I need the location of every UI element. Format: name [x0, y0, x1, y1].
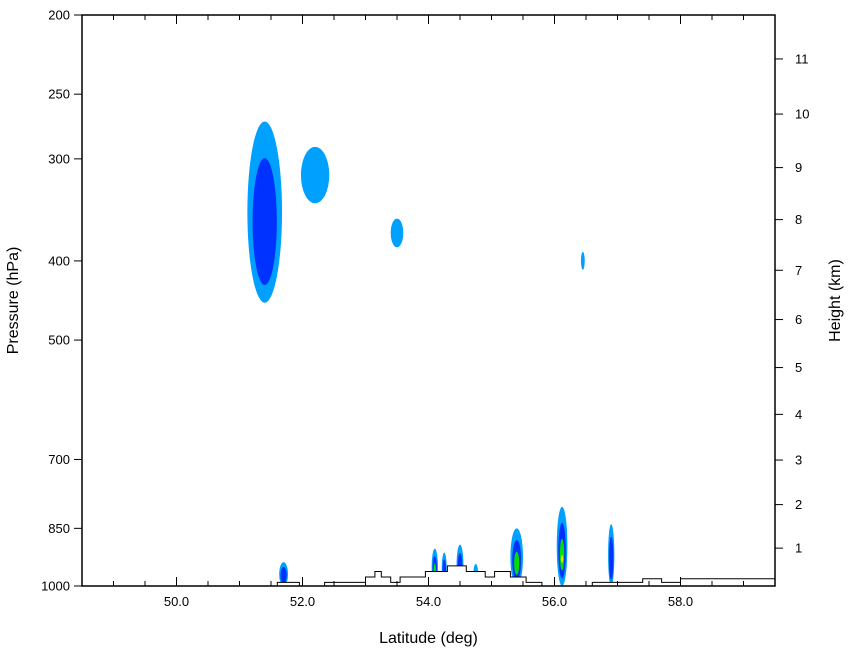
y-tick-label: 1000	[41, 579, 70, 594]
x-tick-label: 50.0	[164, 594, 189, 609]
x-tick-label: 52.0	[290, 594, 315, 609]
y2-tick-label: 7	[795, 263, 802, 278]
x-tick-label: 56.0	[542, 594, 567, 609]
contour-cell-10-level-3	[560, 554, 564, 563]
y2-tick-label: 2	[795, 497, 802, 512]
y-tick-label: 250	[48, 87, 70, 102]
contour-cell-11-level-1	[608, 536, 614, 580]
plot-frame	[81, 14, 776, 587]
x-axis-title: Latitude (deg)	[379, 630, 478, 647]
contour-cell-3-level-0	[580, 251, 585, 270]
y-tick-label: 300	[48, 151, 70, 166]
y2-axis-title: Height (km)	[827, 259, 844, 342]
y-tick-label: 200	[48, 8, 70, 23]
contour-cell-0-level-1	[252, 158, 277, 286]
contour-cell-1-level-0	[300, 146, 330, 204]
chart: 50.0 52.0 54.0 56.0 58.0 200 250 300 400 500 700 8…	[5, 8, 844, 648]
y-tick-label: 700	[48, 452, 70, 467]
contour-cell-10-level-2	[559, 538, 565, 571]
y-axis: 200 250 300 400 500 700 850 1000	[41, 8, 82, 594]
contour-cell-2-level-0	[390, 218, 404, 248]
y-tick-label: 500	[48, 333, 70, 348]
y2-axis: 1 2 3 4 5 6 7 8 9 10 11	[775, 51, 809, 556]
x-tick-label: 54.0	[416, 594, 441, 609]
y2-tick-label: 5	[795, 360, 802, 375]
y2-tick-label: 11	[795, 51, 809, 66]
x-axis: 50.0 52.0 54.0 56.0 58.0	[81, 15, 776, 609]
x-tick-label: 58.0	[668, 594, 693, 609]
contour-cell-4-level-1	[280, 566, 287, 584]
y2-tick-label: 6	[795, 312, 802, 327]
y2-tick-label: 9	[795, 160, 802, 175]
contour-fills	[247, 121, 615, 587]
y2-tick-label: 4	[795, 407, 802, 422]
y-axis-title: Pressure (hPa)	[5, 247, 22, 355]
y2-tick-label: 10	[795, 107, 809, 122]
y-tick-label: 400	[48, 253, 70, 268]
y2-tick-label: 1	[795, 541, 802, 556]
y2-tick-label: 8	[795, 212, 802, 227]
y2-tick-label: 3	[795, 453, 802, 468]
y-tick-label: 850	[48, 521, 70, 536]
contour-cell-9-level-2	[514, 551, 520, 575]
